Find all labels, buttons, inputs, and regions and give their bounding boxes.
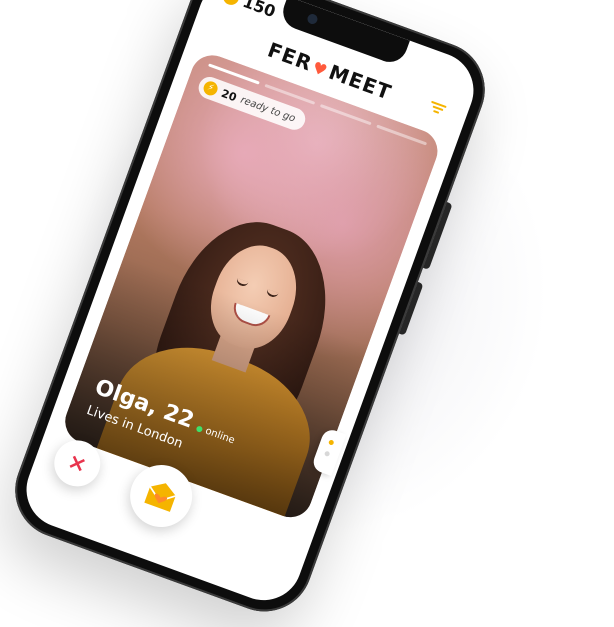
bolt-coin-icon: ⚡ [201, 79, 220, 98]
logo-text-left: FER [264, 37, 316, 76]
ready-text: ready to go [239, 94, 297, 125]
ready-count: 20 [219, 86, 239, 104]
pager-dot-active [328, 439, 335, 446]
logo-text-right: MEET [325, 59, 395, 105]
ready-badge: ⚡ 20 ready to go [195, 73, 309, 133]
coins-count: 150 [240, 0, 279, 22]
coins-balance[interactable]: ⚡ 150 [221, 0, 279, 22]
online-dot-icon [196, 424, 204, 433]
eye [265, 288, 279, 299]
photo-progress-segment [319, 104, 372, 126]
bolt-coin-icon: ⚡ [221, 0, 242, 7]
close-icon: × [64, 448, 91, 479]
camera-icon [306, 12, 319, 26]
eye [235, 277, 249, 288]
photo-progress-segment [375, 124, 428, 146]
pager-dot [323, 450, 331, 457]
envelope-heart-icon [144, 483, 176, 512]
